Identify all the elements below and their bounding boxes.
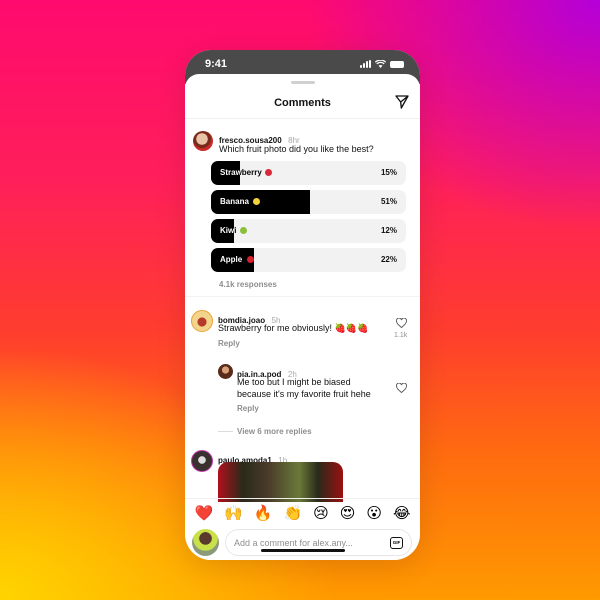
- battery-icon: [390, 60, 404, 68]
- avatar[interactable]: [193, 131, 213, 151]
- status-time: 9:41: [205, 58, 228, 70]
- avatar[interactable]: [191, 310, 213, 332]
- poll-percent: 15%: [380, 168, 397, 177]
- poll-option-kiwi[interactable]: Kiwi 12%: [211, 219, 406, 243]
- poll-percent: 51%: [380, 197, 397, 206]
- header-divider: [185, 118, 420, 119]
- avatar[interactable]: [191, 450, 213, 472]
- surprised-emoji-button[interactable]: 😮: [366, 504, 382, 522]
- status-icons: [360, 60, 404, 68]
- fire-emoji-button[interactable]: 🔥: [254, 504, 273, 522]
- sheet-grabber[interactable]: [290, 81, 315, 84]
- post-text: Which fruit photo did you like the best?: [219, 144, 374, 154]
- avatar[interactable]: [218, 364, 233, 379]
- like-heart-icon[interactable]: [396, 383, 407, 393]
- like-count: 1.1k: [394, 332, 408, 339]
- heart-emoji-button[interactable]: ❤️: [194, 504, 213, 522]
- poll-option-banana[interactable]: Banana 51%: [211, 190, 406, 214]
- raised-hands-emoji-button[interactable]: 🙌: [224, 504, 243, 522]
- crying-emoji-button[interactable]: 😢: [313, 504, 329, 522]
- poll-percent: 12%: [380, 226, 397, 235]
- poll-responses[interactable]: 4.1k responses: [219, 280, 277, 289]
- apple-icon: [247, 256, 254, 263]
- poll-label: Kiwi: [220, 226, 237, 235]
- cellular-signal-icon: [360, 60, 371, 68]
- comment-text: Strawberry for me obviously! 🍓🍓🍓: [218, 323, 369, 333]
- strawberry-icon: [265, 169, 272, 176]
- poll-percent: 22%: [380, 255, 397, 264]
- kiwi-icon: [240, 227, 247, 234]
- wifi-icon: [375, 60, 386, 68]
- section-divider: [185, 296, 420, 297]
- heart-eyes-emoji-button[interactable]: 😍: [340, 504, 356, 522]
- page-title: Comments: [274, 97, 331, 109]
- poll-label: Apple: [220, 255, 243, 264]
- comment-image[interactable]: [218, 462, 343, 502]
- poll-label: Banana: [220, 197, 249, 206]
- like-heart-icon[interactable]: [396, 318, 407, 328]
- view-more-line: [218, 431, 233, 432]
- reply-button[interactable]: Reply: [218, 339, 240, 348]
- poll-option-apple[interactable]: Apple 22%: [211, 248, 406, 272]
- clap-emoji-button[interactable]: 👏: [283, 504, 302, 522]
- banana-icon: [253, 198, 260, 205]
- current-user-avatar: [192, 529, 219, 556]
- paper-plane-icon[interactable]: [394, 94, 410, 110]
- reply-text: Me too but I might be biased because it'…: [237, 377, 371, 399]
- phone-frame: 9:41 Comments fresco.sousa200 8hr Which …: [185, 50, 420, 560]
- poll-label: Strawberry: [220, 168, 262, 177]
- poll-option-strawberry[interactable]: Strawberry 15%: [211, 161, 406, 185]
- gif-button[interactable]: GIF: [390, 537, 403, 549]
- view-more-replies[interactable]: View 6 more replies: [237, 427, 312, 436]
- home-indicator[interactable]: [260, 549, 345, 552]
- laughing-emoji-button[interactable]: 😂: [393, 504, 411, 522]
- comments-sheet: Comments fresco.sousa200 8hr Which fruit…: [185, 74, 420, 560]
- reply-button[interactable]: Reply: [237, 404, 259, 413]
- emoji-reaction-bar: ❤️ 🙌 🔥 👏 😢 😍 😮 😂: [185, 498, 420, 526]
